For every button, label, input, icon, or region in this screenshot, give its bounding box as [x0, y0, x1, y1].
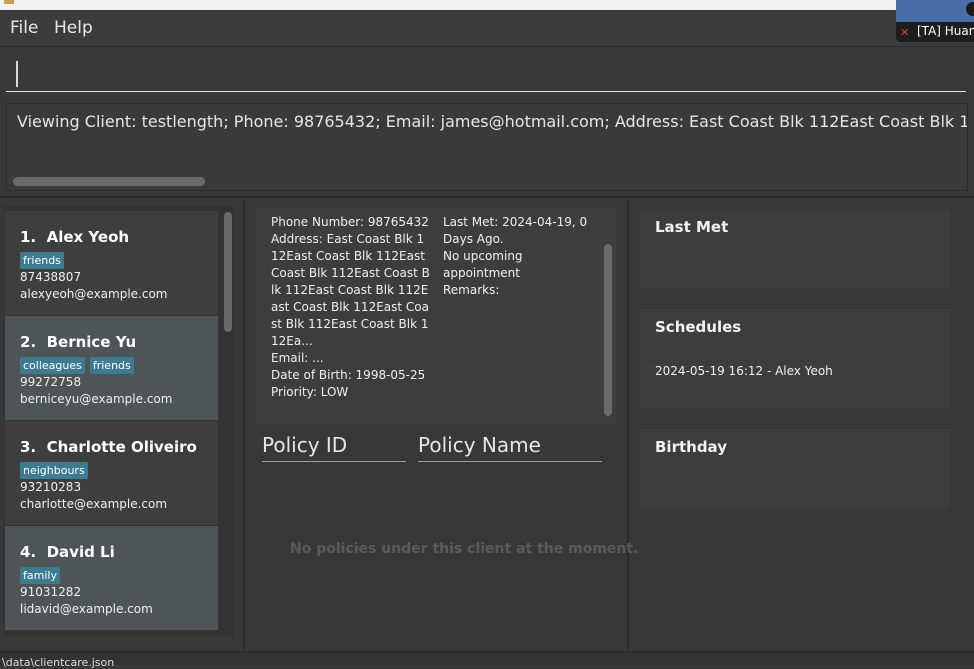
detail-address: Address: East Coast Blk 112East Coast Bl…: [271, 232, 430, 348]
app-icon: [4, 0, 14, 4]
command-box: [0, 47, 974, 99]
policy-id-header[interactable]: Policy ID: [262, 433, 406, 462]
client-name: 1. Alex Yeoh: [20, 228, 130, 246]
client-name: 3. Charlotte Oliveiro: [20, 438, 197, 456]
client-name: 2. Bernice Yu: [20, 333, 137, 351]
mic-muted-icon: ✕: [900, 26, 910, 39]
birthday-title: Birthday: [655, 438, 727, 456]
menu-bar: File Help: [0, 10, 974, 47]
last-met-title: Last Met: [655, 218, 729, 236]
client-email: lidavid@example.com: [20, 602, 153, 616]
detail-email: Email: ...: [271, 351, 324, 365]
section-divider: [0, 196, 974, 198]
schedules-panel: Schedules 2024-05-19 16:12 - Alex Yeoh: [640, 309, 950, 409]
client-phone: 87438807: [20, 270, 82, 284]
policy-name-header[interactable]: Policy Name: [418, 433, 602, 462]
status-bar: \data\clientcare.json: [0, 651, 974, 669]
client-phone: 93210283: [20, 480, 82, 494]
client-phone: 99272758: [20, 375, 82, 389]
pane-divider[interactable]: [243, 200, 245, 650]
tag-badge: family: [20, 567, 60, 584]
client-list-scrollbar[interactable]: [224, 212, 232, 332]
command-input[interactable]: [6, 57, 966, 92]
birthday-panel: Birthday: [640, 429, 950, 509]
client-name: 4. David Li: [20, 543, 115, 561]
tag-badge: friends: [20, 252, 64, 269]
client-card[interactable]: 1. Alex Yeoh friends 87438807 alexyeoh@e…: [5, 211, 218, 315]
policy-empty-placeholder: No policies under this client at the mom…: [290, 541, 639, 557]
client-card[interactable]: 3. Charlotte Oliveiro neighbours 9321028…: [5, 421, 218, 525]
client-email: berniceyu@example.com: [20, 392, 173, 406]
video-feed: [896, 0, 974, 22]
detail-appointment: No upcoming appointment: [443, 249, 523, 280]
menu-file[interactable]: File: [10, 18, 38, 38]
pane-divider[interactable]: [627, 200, 629, 650]
menu-help[interactable]: Help: [54, 18, 93, 38]
result-display[interactable]: Viewing Client: testlength; Phone: 98765…: [6, 103, 968, 191]
video-call-thumbnail[interactable]: ✕ [TA] Huan: [896, 0, 974, 42]
client-card[interactable]: 2. Bernice Yu colleagues friends 9927275…: [5, 316, 218, 420]
result-text: Viewing Client: testlength; Phone: 98765…: [17, 112, 967, 131]
detail-last-met: Last Met: 2024-04-19, 0 Days Ago.: [443, 215, 588, 246]
tag-badge: neighbours: [20, 462, 88, 479]
status-file-path: \data\clientcare.json: [2, 656, 115, 669]
client-email: alexyeoh@example.com: [20, 287, 168, 301]
client-email: charlotte@example.com: [20, 497, 168, 511]
detail-scrollbar[interactable]: [604, 244, 612, 416]
participant-avatar: [966, 2, 974, 16]
detail-remarks: Remarks:: [443, 283, 500, 297]
detail-phone: Phone Number: 98765432: [271, 215, 429, 229]
schedule-entry[interactable]: 2024-05-19 16:12 - Alex Yeoh: [655, 364, 833, 378]
tag-badge: friends: [89, 357, 134, 374]
participant-name: [TA] Huan: [917, 24, 974, 38]
title-bar: [0, 0, 974, 10]
result-horizontal-scrollbar[interactable]: [13, 177, 205, 186]
detail-priority: Priority: LOW: [271, 385, 349, 399]
client-list[interactable]: 1. Alex Yeoh friends 87438807 alexyeoh@e…: [4, 206, 234, 636]
client-card[interactable]: 4. David Li family 91031282 lidavid@exam…: [5, 526, 218, 630]
text-caret: [16, 61, 18, 87]
client-phone: 91031282: [20, 585, 82, 599]
schedules-title: Schedules: [655, 318, 742, 336]
client-detail-panel[interactable]: Phone Number: 98765432 Address: East Coa…: [256, 208, 616, 424]
tag-badge: colleagues: [20, 357, 85, 374]
last-met-panel: Last Met: [640, 209, 950, 289]
detail-dob: Date of Birth: 1998-05-25: [271, 368, 426, 382]
participant-label: ✕ [TA] Huan: [896, 22, 974, 42]
